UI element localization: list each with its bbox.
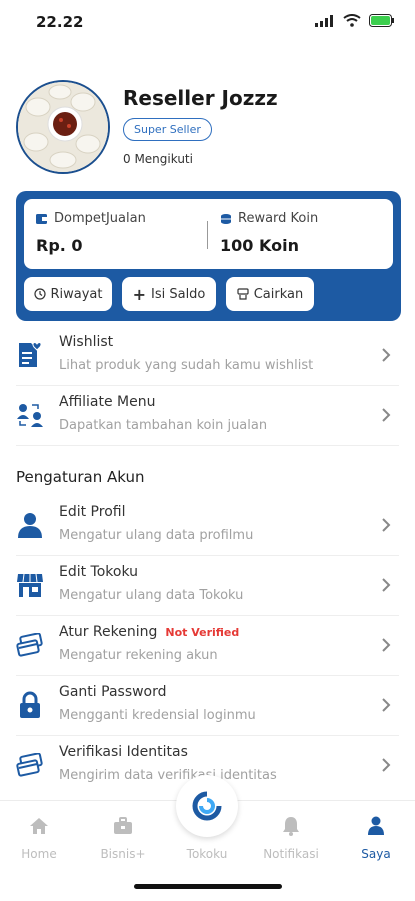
- affiliate-subtitle: Dapatkan tambahan koin jualan: [59, 418, 268, 433]
- wallet-icon: [36, 213, 47, 224]
- nav-bisnis-label: Bisnis+: [100, 847, 146, 861]
- user-icon: [368, 816, 384, 835]
- avatar-image: [18, 82, 108, 172]
- affiliate-icon: [16, 401, 44, 429]
- profile-name: Reseller Jozzz: [123, 86, 278, 110]
- wishlist-subtitle: Lihat produk yang sudah kamu wishlist: [59, 358, 314, 373]
- chevron-right-icon: [382, 518, 391, 532]
- coin-stack-icon: [221, 213, 231, 224]
- menu-item-affiliate[interactable]: Affiliate Menu Dapatkan tambahan koin ju…: [0, 386, 415, 446]
- reward-label: Reward Koin: [238, 211, 319, 226]
- home-indicator: [134, 884, 282, 889]
- status-bar: 22.22: [0, 0, 415, 46]
- verifikasi-identitas-title: Verifikasi Identitas: [59, 744, 188, 760]
- chevron-right-icon: [382, 758, 391, 772]
- atur-rekening-subtitle: Mengatur rekening akun: [59, 648, 218, 663]
- card-icon: [16, 631, 44, 659]
- nav-notifikasi-label: Notifikasi: [263, 847, 319, 861]
- signal-icon: [315, 14, 333, 27]
- menu-item-ganti-password[interactable]: Ganti Password Mengganti kredensial logi…: [0, 676, 415, 736]
- battery-icon: [369, 14, 394, 27]
- ganti-password-subtitle: Mengganti kredensial loginmu: [59, 708, 256, 723]
- nav-notifikasi[interactable]: Notifikasi: [256, 815, 326, 861]
- briefcase-icon: [114, 817, 132, 834]
- section-title-pengaturan: Pengaturan Akun: [16, 468, 145, 486]
- avatar[interactable]: [16, 80, 110, 174]
- divider: [16, 445, 399, 446]
- nav-saya-label: Saya: [361, 847, 391, 861]
- store-icon: [16, 571, 44, 599]
- menu-item-atur-rekening[interactable]: Atur Rekening Not Verified Mengatur reken…: [0, 616, 415, 676]
- lock-icon: [16, 691, 44, 719]
- chevron-right-icon: [382, 698, 391, 712]
- atur-rekening-title: Atur Rekening: [59, 624, 158, 640]
- wallet-card: DompetJualan Rp. 0 Reward Koin 100 Koin …: [16, 191, 401, 321]
- chevron-right-icon: [382, 348, 391, 362]
- cairkan-label: Cairkan: [253, 286, 304, 302]
- bell-icon: [283, 817, 299, 836]
- edit-profil-subtitle: Mengatur ulang data profilmu: [59, 528, 254, 543]
- menu-item-edit-profil[interactable]: Edit Profil Mengatur ulang data profilmu: [0, 496, 415, 556]
- isi-saldo-button[interactable]: + Isi Saldo: [122, 277, 216, 311]
- affiliate-title: Affiliate Menu: [59, 394, 156, 410]
- nav-tokoku-label: Tokoku: [186, 847, 228, 861]
- user-icon: [16, 511, 44, 539]
- menu-item-edit-tokoku[interactable]: Edit Tokoku Mengatur ulang data Tokoku: [0, 556, 415, 616]
- followers-count[interactable]: 0 Mengikuti: [123, 152, 193, 166]
- not-verified-tag: Not Verified: [165, 626, 240, 639]
- nav-home-label: Home: [21, 847, 57, 861]
- riwayat-button[interactable]: Riwayat: [24, 277, 112, 311]
- profile-header: Reseller Jozzz Super Seller 0 Mengikuti: [16, 80, 401, 175]
- chevron-right-icon: [382, 638, 391, 652]
- plus-icon: +: [132, 284, 146, 304]
- wishlist-title: Wishlist: [59, 334, 114, 350]
- menu-item-wishlist[interactable]: Wishlist Lihat produk yang sudah kamu wi…: [0, 326, 415, 386]
- edit-tokoku-subtitle: Mengatur ulang data Tokoku: [59, 588, 244, 603]
- riwayat-label: Riwayat: [50, 286, 103, 302]
- cash-out-icon: [237, 288, 249, 300]
- edit-tokoku-title: Edit Tokoku: [59, 564, 139, 580]
- cairkan-button[interactable]: Cairkan: [226, 277, 314, 311]
- chevron-right-icon: [382, 408, 391, 422]
- home-icon: [30, 818, 48, 834]
- ganti-password-title: Ganti Password: [59, 684, 167, 700]
- edit-profil-title: Edit Profil: [59, 504, 126, 520]
- wallet-divider: [207, 221, 208, 249]
- nav-bisnis[interactable]: Bisnis+: [88, 815, 158, 861]
- wifi-icon: [343, 14, 361, 27]
- reward-section[interactable]: Reward Koin 100 Koin: [220, 211, 318, 255]
- wishlist-icon: [16, 341, 44, 369]
- nav-saya[interactable]: Saya: [341, 815, 411, 861]
- id-card-icon: [16, 751, 44, 779]
- isi-saldo-label: Isi Saldo: [151, 286, 206, 302]
- atur-rekening-title-row: Atur Rekening Not Verified: [59, 624, 239, 640]
- seller-badge: Super Seller: [123, 118, 212, 141]
- wallet-balance-panel: DompetJualan Rp. 0 Reward Koin 100 Koin: [24, 199, 393, 269]
- history-icon: [33, 288, 46, 300]
- status-icons: [315, 14, 395, 27]
- reward-value: 100 Koin: [220, 236, 299, 255]
- tokoku-logo-icon: [192, 791, 222, 821]
- dompet-value: Rp. 0: [36, 236, 83, 255]
- verifikasi-identitas-subtitle: Mengirim data verifikasi identitas: [59, 768, 277, 783]
- chevron-right-icon: [382, 578, 391, 592]
- tokoku-center-button[interactable]: [176, 775, 238, 837]
- dompet-section[interactable]: DompetJualan Rp. 0: [36, 211, 146, 255]
- status-time: 22.22: [36, 13, 84, 31]
- nav-home[interactable]: Home: [4, 815, 74, 861]
- dompet-label: DompetJualan: [54, 211, 146, 226]
